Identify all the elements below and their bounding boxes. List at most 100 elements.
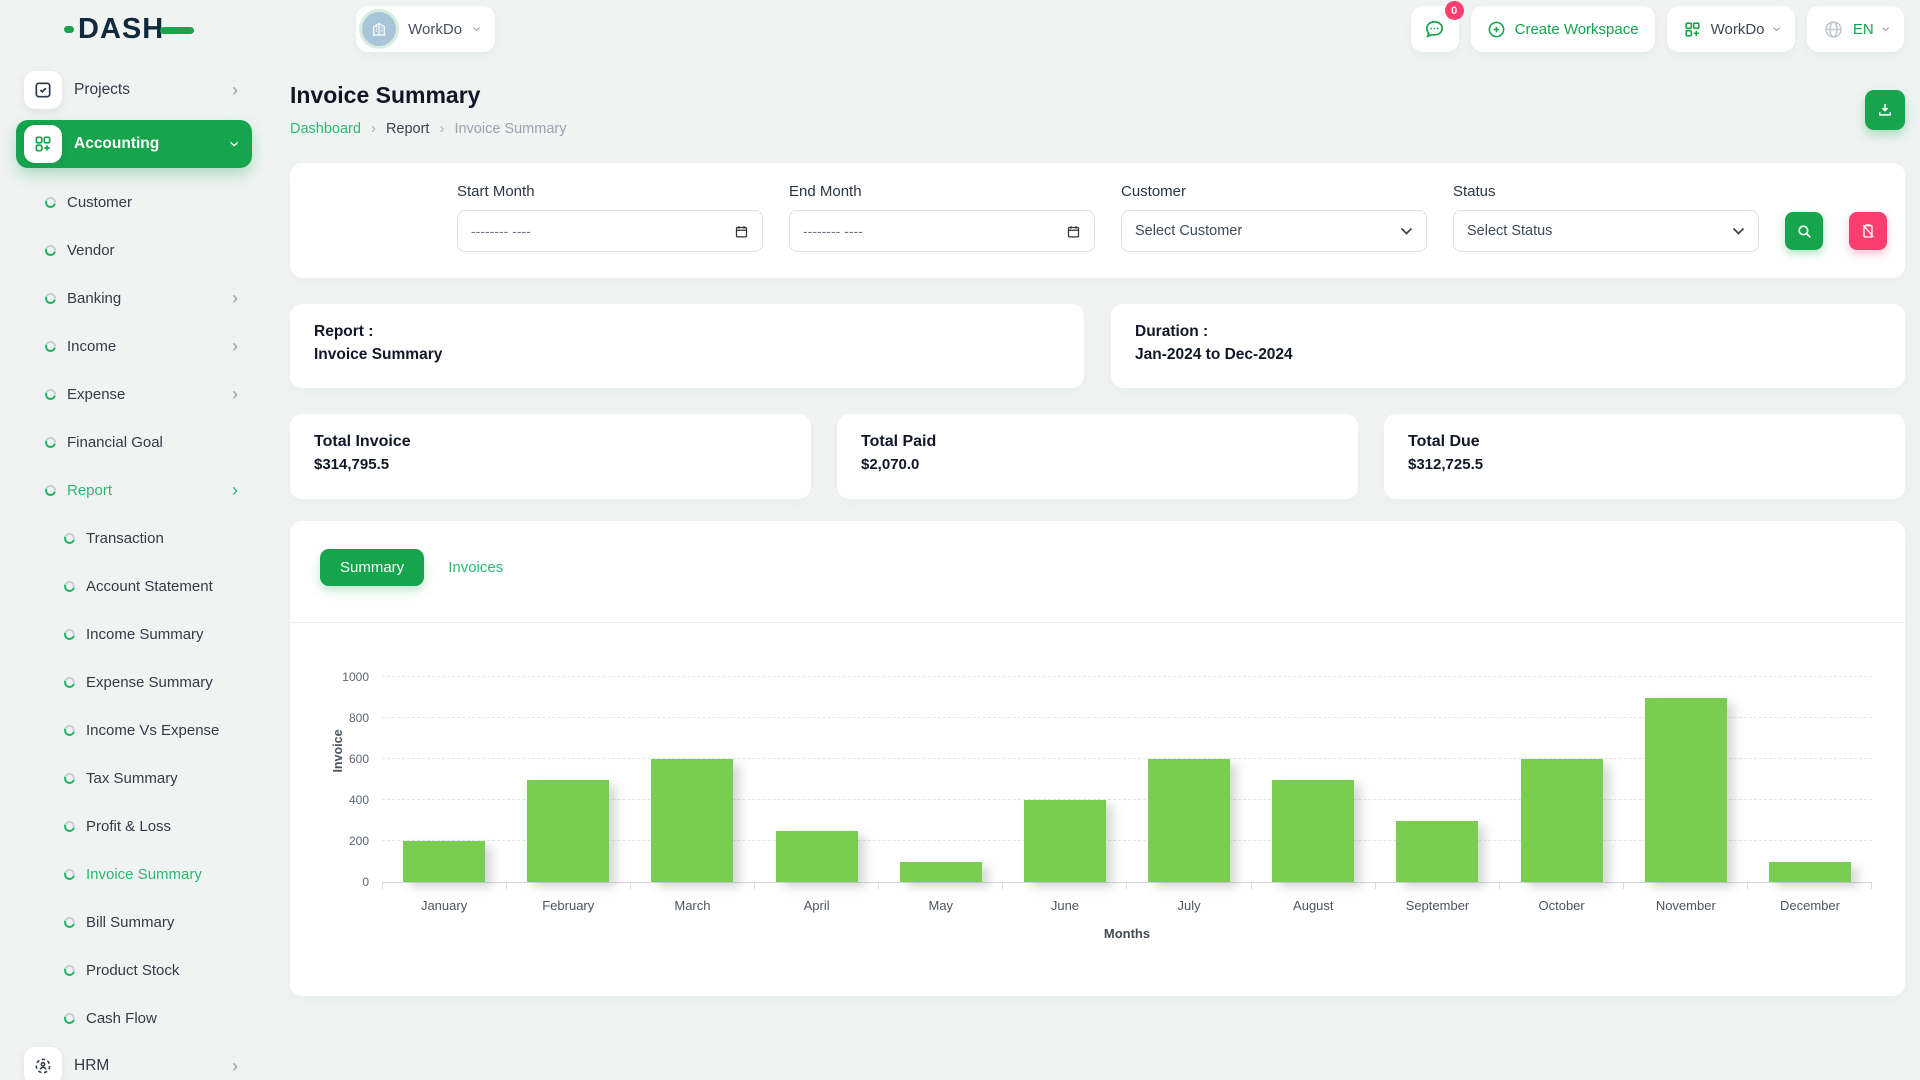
breadcrumb-current: Invoice Summary	[454, 121, 566, 137]
bar-march	[651, 759, 733, 882]
x-tick	[1127, 883, 1251, 889]
sidebar-item-banking[interactable]: Banking›	[16, 274, 252, 322]
total-due-value: $312,725.5	[1408, 456, 1881, 473]
building-icon	[370, 20, 388, 38]
bar-july	[1148, 759, 1230, 882]
start-month-input[interactable]: -------- ----	[457, 210, 763, 252]
customer-select[interactable]: Select Customer	[1121, 210, 1427, 252]
x-tick-label: February	[506, 898, 630, 913]
bullet-icon	[64, 533, 75, 544]
tab-summary[interactable]: Summary	[320, 549, 424, 586]
sidebar-item-financial-goal[interactable]: Financial Goal	[16, 418, 252, 466]
messages-button[interactable]: 0	[1411, 6, 1459, 52]
x-tick	[631, 883, 755, 889]
sidebar-item-expense-summary[interactable]: Expense Summary	[16, 658, 252, 706]
logo-bar-icon	[160, 27, 194, 34]
end-month-label: End Month	[789, 183, 1095, 200]
invoice-bar-chart: Invoice 02004006008001000 JanuaryFebruar…	[320, 678, 1872, 941]
bullet-icon	[64, 677, 75, 688]
create-workspace-button[interactable]: Create Workspace	[1471, 6, 1655, 52]
sidebar-item-customer[interactable]: Customer	[16, 178, 252, 226]
bullet-icon	[64, 965, 75, 976]
bullet-icon	[64, 773, 75, 784]
sidebar-item-invoice-summary[interactable]: Invoice Summary	[16, 850, 252, 898]
logo-text: DASH	[78, 13, 164, 46]
total-paid-label: Total Paid	[861, 433, 1334, 451]
sidebar-item-account-statement[interactable]: Account Statement	[16, 562, 252, 610]
workspace-name: WorkDo	[408, 21, 462, 38]
chevron-down-icon: ›	[226, 141, 244, 147]
x-tick	[382, 883, 507, 889]
y-tick-label: 1000	[342, 670, 369, 684]
sidebar-item-income[interactable]: Income›	[16, 322, 252, 370]
app-logo[interactable]: DASH	[64, 13, 194, 46]
x-tick-label: January	[382, 898, 506, 913]
status-select[interactable]: Select Status	[1453, 210, 1759, 252]
bar-column	[1500, 678, 1624, 882]
bar-august	[1272, 780, 1354, 883]
y-tick-label: 600	[349, 752, 369, 766]
sidebar-item-income-vs-expense[interactable]: Income Vs Expense	[16, 706, 252, 754]
bullet-icon	[45, 293, 56, 304]
language-label: EN	[1853, 21, 1874, 38]
breadcrumb: Dashboard › Report › Invoice Summary	[290, 120, 566, 137]
tab-invoices[interactable]: Invoices	[448, 559, 503, 576]
status-label: Status	[1453, 183, 1759, 200]
search-button[interactable]	[1785, 212, 1823, 250]
sidebar-item-accounting[interactable]: Accounting›	[16, 120, 252, 168]
sidebar-item-projects[interactable]: Projects›	[16, 66, 252, 114]
chevron-right-icon: ›	[371, 120, 376, 137]
bar-column	[1375, 678, 1499, 882]
bullet-icon	[45, 245, 56, 256]
breadcrumb-report[interactable]: Report	[386, 121, 430, 137]
messages-count-badge: 0	[1445, 1, 1464, 20]
bullet-icon	[45, 485, 56, 496]
y-axis-title: Invoice	[331, 721, 345, 781]
total-invoice-value: $314,795.5	[314, 456, 787, 473]
x-tick	[1624, 883, 1748, 889]
bullet-icon	[45, 341, 56, 352]
workspace-menu[interactable]: WorkDo ›	[1667, 6, 1795, 52]
download-icon	[1876, 101, 1894, 119]
bullet-icon	[64, 581, 75, 592]
workspace-avatar	[362, 12, 396, 46]
hrm-icon	[24, 1047, 62, 1080]
sidebar-item-expense[interactable]: Expense›	[16, 370, 252, 418]
bullet-icon	[64, 725, 75, 736]
x-tick	[1376, 883, 1500, 889]
download-button[interactable]	[1865, 90, 1905, 130]
sidebar-item-tax-summary[interactable]: Tax Summary	[16, 754, 252, 802]
bar-february	[527, 780, 609, 883]
sidebar-item-vendor[interactable]: Vendor	[16, 226, 252, 274]
end-month-input[interactable]: -------- ----	[789, 210, 1095, 252]
bar-june	[1024, 800, 1106, 882]
bar-column	[1748, 678, 1872, 882]
sidebar-item-transaction[interactable]: Transaction	[16, 514, 252, 562]
sidebar-item-bill-summary[interactable]: Bill Summary	[16, 898, 252, 946]
duration-card-value: Jan-2024 to Dec-2024	[1135, 346, 1881, 364]
chevron-down-icon: ›	[1768, 26, 1784, 31]
gridline	[382, 676, 1872, 677]
breadcrumb-dashboard[interactable]: Dashboard	[290, 121, 361, 137]
x-tick-label: September	[1375, 898, 1499, 913]
bar-october	[1521, 759, 1603, 882]
main-content: Invoice Summary Dashboard › Report › Inv…	[262, 58, 1920, 1080]
sidebar-item-report[interactable]: Report›	[16, 466, 252, 514]
language-menu[interactable]: EN ›	[1807, 6, 1904, 52]
y-tick-label: 400	[349, 793, 369, 807]
bullet-icon	[64, 821, 75, 832]
sidebar-item-cash-flow[interactable]: Cash Flow	[16, 994, 252, 1042]
sidebar-item-income-summary[interactable]: Income Summary	[16, 610, 252, 658]
workspace-switcher[interactable]: WorkDo ›	[356, 6, 495, 52]
sidebar-item-product-stock[interactable]: Product Stock	[16, 946, 252, 994]
workspace-menu-label: WorkDo	[1711, 21, 1765, 38]
bar-january	[403, 841, 485, 882]
checkbox-icon	[24, 71, 62, 109]
chevron-right-icon: ›	[232, 289, 238, 307]
chevron-right-icon: ›	[232, 385, 238, 403]
reset-button[interactable]	[1849, 212, 1887, 250]
bars	[382, 678, 1872, 882]
x-tick	[507, 883, 631, 889]
sidebar-item-profit-loss[interactable]: Profit & Loss	[16, 802, 252, 850]
sidebar-item-hrm[interactable]: HRM›	[16, 1042, 252, 1080]
